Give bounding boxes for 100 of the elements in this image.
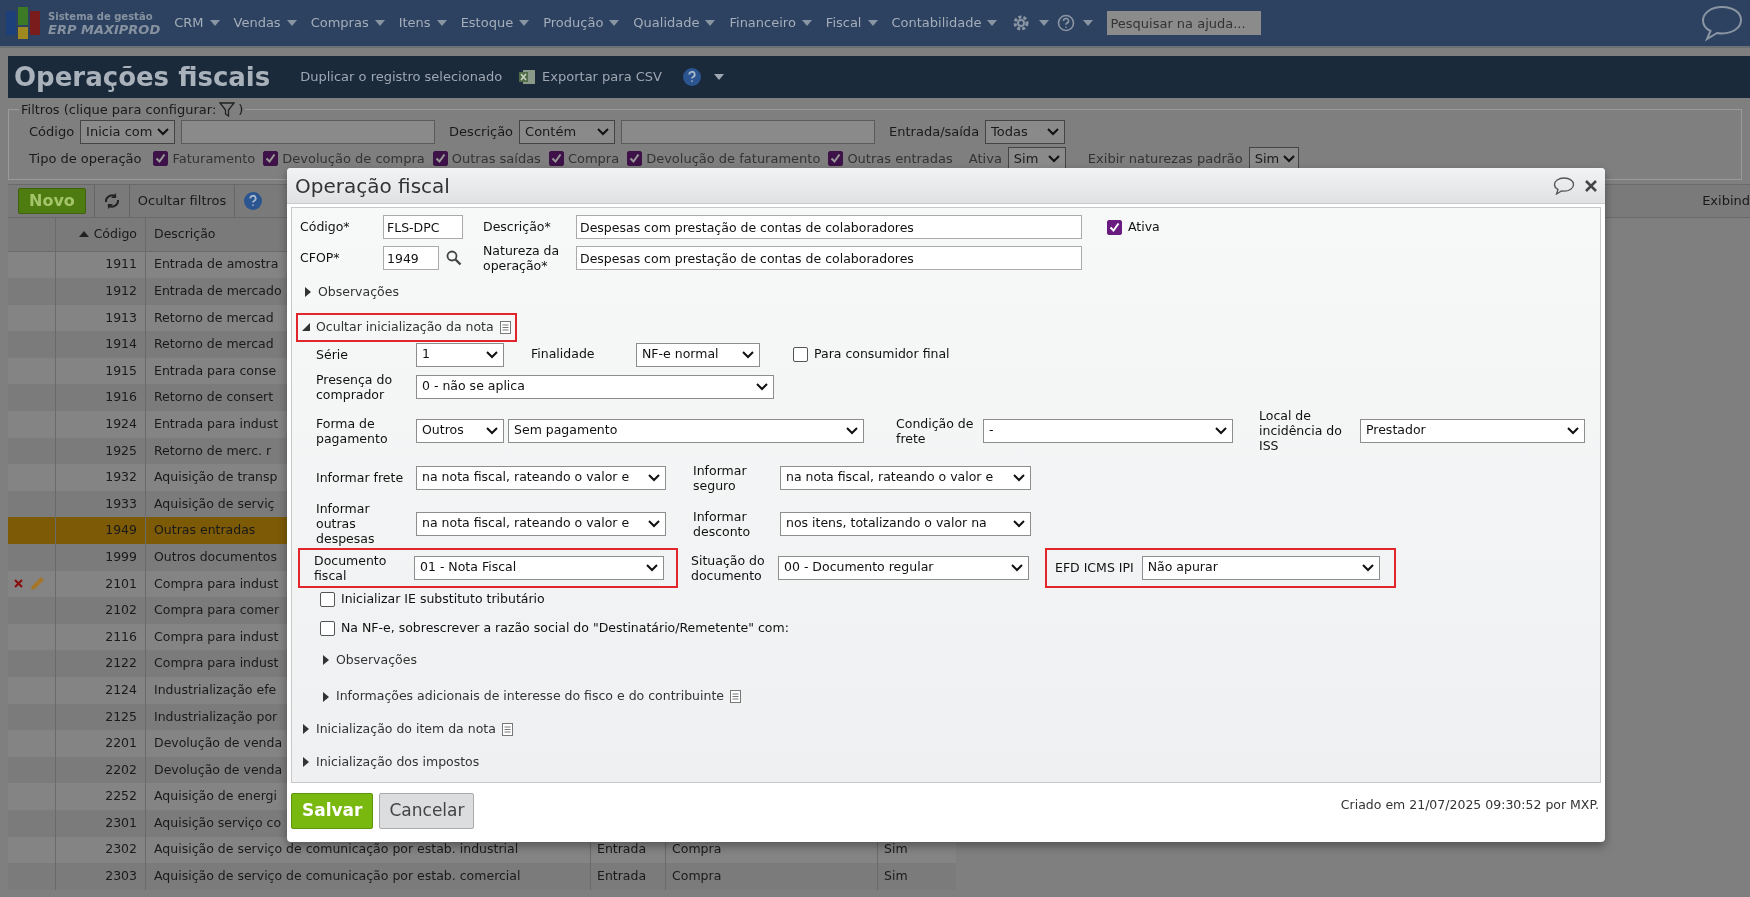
dropdown[interactable]: Todas: [985, 119, 1066, 144]
help-icon[interactable]: [682, 67, 702, 87]
filter-input[interactable]: [621, 119, 876, 144]
section-toggle[interactable]: Observações: [322, 650, 417, 670]
caret-icon: [209, 20, 220, 26]
cancel-button[interactable]: Cancelar: [379, 793, 475, 829]
table-cell[interactable]: 1914: [56, 331, 146, 358]
checkbox[interactable]: [627, 151, 643, 166]
table-cell[interactable]: 2301: [56, 809, 146, 837]
checkbox[interactable]: [828, 151, 844, 166]
dropdown[interactable]: Sim: [1248, 146, 1299, 171]
table-cell[interactable]: 2303: [56, 863, 146, 890]
table-cell[interactable]: 1912: [56, 278, 146, 305]
checkbox[interactable]: [1107, 219, 1122, 235]
filter-input[interactable]: [181, 119, 436, 144]
table-cell[interactable]: 2252: [56, 783, 146, 810]
checkbox[interactable]: [263, 151, 279, 166]
menu-item[interactable]: Itens: [398, 13, 447, 33]
menu-item[interactable]: Financeiro: [729, 13, 812, 33]
table-cell[interactable]: 2201: [56, 730, 146, 757]
dropdown[interactable]: 1: [416, 342, 504, 367]
new-button[interactable]: Novo: [18, 187, 86, 214]
section-toggle[interactable]: Inicialização do item da nota: [302, 720, 513, 739]
code-field[interactable]: FLS-DPC: [383, 215, 463, 239]
caret-icon: [609, 20, 620, 26]
table-cell-text: Aquisição serviço co: [153, 813, 282, 832]
table-cell-text: Retorno de consert: [153, 388, 274, 407]
help-icon[interactable]: [243, 190, 264, 211]
table-cell[interactable]: 1924: [56, 411, 146, 438]
save-button[interactable]: Salvar: [291, 793, 374, 829]
checkbox-label: Na NF-e, sobrescrever a razão social do "Destinatário/Remetente" com:: [341, 619, 789, 638]
checkbox[interactable]: [153, 151, 169, 166]
column-header[interactable]: Código: [93, 224, 137, 244]
nature-field[interactable]: Despesas com prestação de contas de colaboradores: [576, 246, 1082, 270]
duplicate-link[interactable]: Duplicar o registro selecionado: [300, 67, 503, 87]
dropdown[interactable]: Sem pagamento: [508, 418, 864, 443]
dropdown[interactable]: Outros: [416, 418, 504, 443]
dropdown[interactable]: 00 - Documento regular: [778, 555, 1029, 580]
section-toggle[interactable]: Inicialização dos impostos: [302, 752, 480, 772]
menu-item[interactable]: Fiscal: [825, 13, 878, 33]
dropdown[interactable]: 0 - não se aplica: [416, 374, 774, 399]
dropdown[interactable]: nos itens, totalizando o valor na: [780, 511, 1031, 536]
chevron-icon: [1047, 127, 1060, 136]
spreadsheet-icon: [518, 68, 537, 86]
hide-filters-button[interactable]: Ocultar filtros: [128, 184, 235, 217]
dropdown[interactable]: na nota fiscal, rateando o valor e: [780, 465, 1031, 490]
checkbox[interactable]: [548, 151, 564, 166]
dropdown[interactable]: NF-e normal: [636, 342, 760, 367]
menu-item[interactable]: Contabilidade: [891, 13, 998, 33]
dropdown[interactable]: 01 - Nota Fiscal: [414, 555, 664, 580]
table-cell[interactable]: 2124: [56, 677, 146, 704]
table-cell-text: Outras entradas: [153, 521, 256, 540]
column-header[interactable]: Descrição: [146, 224, 216, 244]
cfop-field[interactable]: 1949: [383, 246, 439, 270]
dropdown[interactable]: Contém: [519, 119, 616, 144]
field-label: Código*: [299, 217, 351, 236]
table-cell[interactable]: 1999: [56, 544, 146, 571]
chat-bubble-icon[interactable]: [1700, 4, 1744, 42]
logo-title: ERP MAXIPROD: [48, 23, 161, 36]
table-cell-text: Compra para indust: [153, 627, 279, 646]
checkbox[interactable]: [320, 621, 335, 636]
table-cell-text: Aquisição de serviço de comunicação por estab. comercial: [153, 867, 522, 886]
field-label: Local de incidência do ISS: [1259, 408, 1343, 453]
table-cell-text: Retorno de merc. r: [153, 441, 272, 460]
search-icon[interactable]: [446, 250, 462, 266]
dropdown[interactable]: -: [983, 418, 1233, 443]
menu-item[interactable]: Compras: [310, 13, 385, 33]
description-field[interactable]: Despesas com prestação de contas de colaboradores: [576, 215, 1082, 239]
close-icon[interactable]: [1585, 179, 1597, 192]
table-cell[interactable]: 1932: [56, 464, 146, 491]
checkbox[interactable]: [793, 347, 808, 362]
dropdown[interactable]: Sim: [1007, 146, 1066, 171]
field-label: Descrição: [449, 124, 514, 139]
section-toggle[interactable]: Ocultar inicialização da nota: [302, 317, 511, 337]
menu-item[interactable]: Qualidade: [633, 13, 716, 33]
refresh-icon[interactable]: [102, 192, 121, 209]
section-toggle[interactable]: Observações: [304, 283, 399, 302]
dropdown[interactable]: Prestador: [1360, 418, 1585, 443]
menu-item[interactable]: Produção: [543, 13, 620, 33]
checkbox[interactable]: [320, 592, 335, 607]
chat-bubble-icon[interactable]: [1553, 176, 1575, 195]
menu-item[interactable]: Estoque: [460, 13, 530, 33]
dropdown[interactable]: Inicia com: [80, 119, 176, 144]
menu-item[interactable]: CRM: [174, 13, 220, 33]
checkbox-label: Outras entradas: [847, 149, 953, 168]
checkbox-label: Outras saídas: [451, 149, 541, 168]
export-csv-link[interactable]: Exportar para CSV: [518, 67, 662, 87]
dropdown[interactable]: na nota fiscal, rateando o valor e: [416, 511, 666, 536]
checkbox[interactable]: [432, 151, 448, 166]
table-cell-text: Compra para indust: [153, 574, 279, 593]
delete-icon[interactable]: [14, 579, 23, 589]
help-search-field[interactable]: Pesquisar na ajuda...: [1107, 11, 1262, 35]
menu-item[interactable]: Vendas: [233, 13, 297, 33]
section-toggle[interactable]: Informações adicionais de interesse do fisco e do contribuinte: [322, 687, 741, 706]
help-icon[interactable]: [1057, 14, 1076, 32]
table-cell[interactable]: 2102: [56, 597, 146, 624]
dropdown[interactable]: Não apurar: [1141, 555, 1380, 580]
dropdown[interactable]: na nota fiscal, rateando o valor e: [416, 465, 666, 490]
filter-icon[interactable]: [219, 101, 236, 118]
chevron-icon: [846, 426, 858, 435]
